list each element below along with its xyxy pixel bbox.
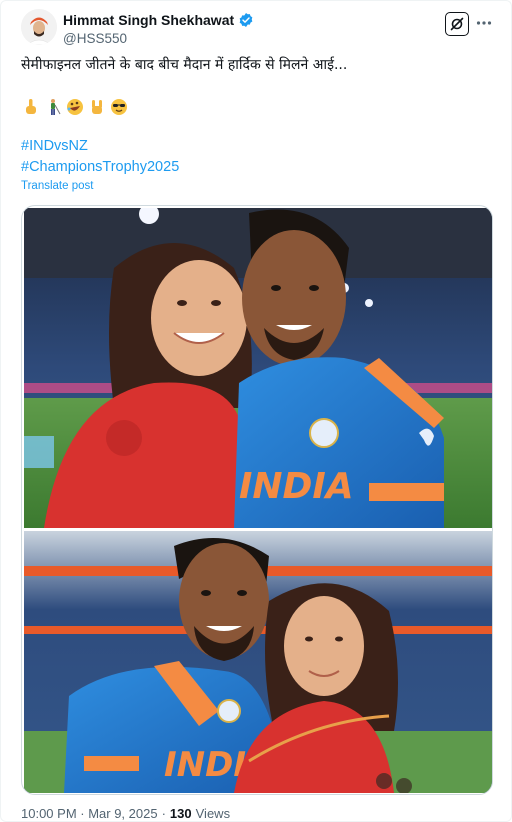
person-golfing-emoji-icon	[43, 97, 63, 117]
emoji-row	[21, 97, 129, 119]
media-grid: INDIA INDIA	[21, 205, 493, 795]
tweet-text: सेमीफाइनल जीतने के बाद बीच मैदान में हार…	[21, 57, 348, 73]
grok-icon[interactable]	[445, 12, 469, 36]
views-count: 130	[169, 806, 192, 821]
hashtag-championstrophy-link[interactable]: #ChampionsTrophy2025	[21, 159, 179, 175]
author-display-name[interactable]: Himmat Singh Shekhawat	[63, 12, 234, 28]
svg-text:INDIA: INDIA	[239, 466, 354, 507]
rock-on-hand-emoji-icon	[87, 97, 107, 117]
tweet-card: Himmat Singh Shekhawat @HSS550 सेमीफाइनल…	[0, 0, 512, 822]
author-names: Himmat Singh Shekhawat @HSS550	[63, 11, 254, 46]
tweet-photo-1[interactable]: INDIA	[24, 208, 492, 528]
meta-separator: ·	[161, 806, 166, 821]
author-avatar[interactable]	[21, 9, 57, 45]
rolling-laughing-emoji-icon	[65, 97, 85, 117]
views-label: Views	[195, 806, 231, 821]
translate-post-link[interactable]: Translate post	[21, 180, 93, 192]
tweet-meta: 10:00 PM · Mar 9, 2025 · 130 Views	[21, 806, 230, 821]
pointing-up-emoji-icon	[21, 97, 41, 117]
tweet-photo-2[interactable]: INDIA	[24, 531, 492, 793]
more-options-icon[interactable]	[473, 12, 495, 34]
author-handle[interactable]: @HSS550	[63, 31, 254, 46]
tweet-timestamp[interactable]: 10:00 PM · Mar 9, 2025	[21, 806, 158, 821]
verified-badge-icon[interactable]	[238, 12, 254, 28]
tweet-header: Himmat Singh Shekhawat @HSS550	[21, 9, 497, 49]
avatar-image	[21, 9, 57, 45]
smiling-sunglasses-emoji-icon	[109, 97, 129, 117]
hashtag-indvsnz-link[interactable]: #INDvsNZ	[21, 138, 88, 154]
